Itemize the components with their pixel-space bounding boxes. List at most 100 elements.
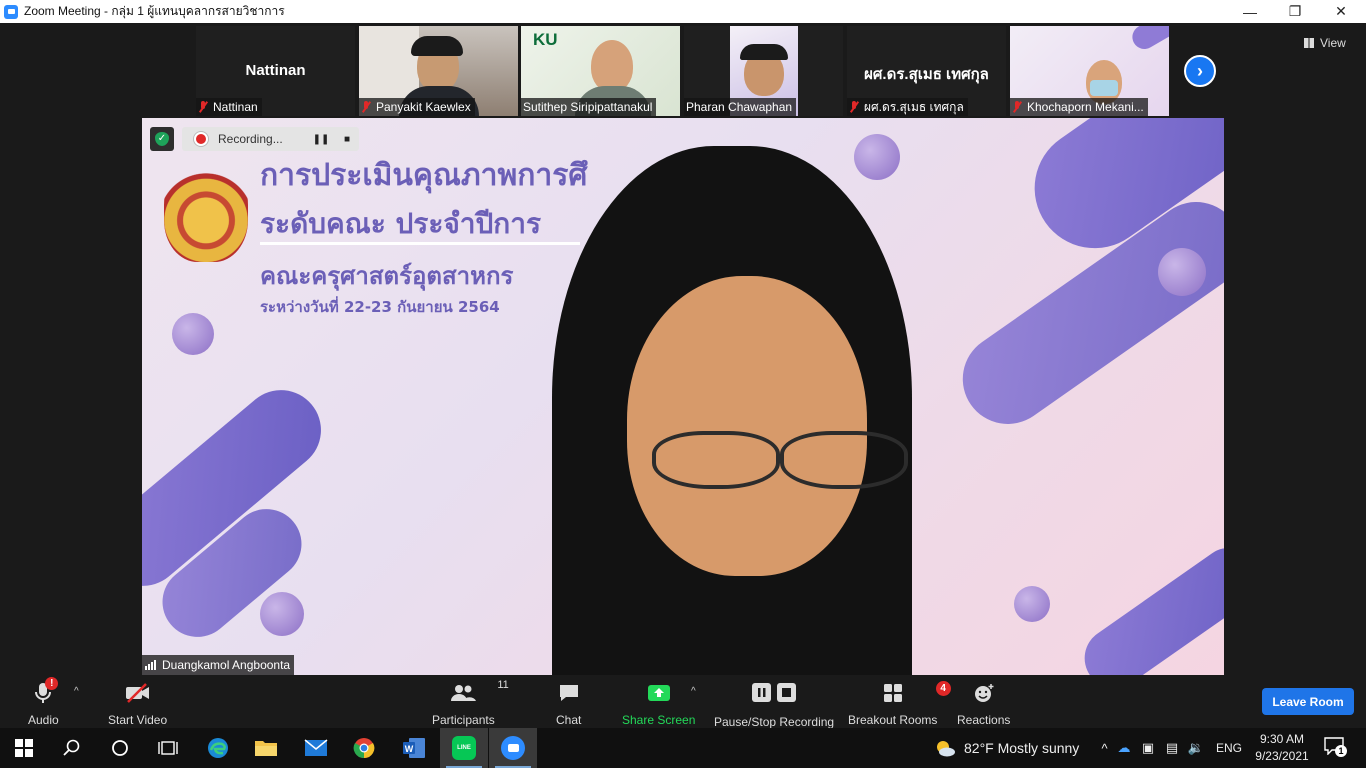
share-screen-label: Share Screen (622, 713, 696, 727)
share-screen-button[interactable]: Share Screen (622, 681, 695, 727)
taskbar-edge[interactable] (194, 728, 242, 768)
slide-title-line-1: การประเมินคุณภาพการศึ (260, 158, 588, 193)
pause-recording-button[interactable]: ❚❚ (312, 131, 330, 147)
close-button[interactable]: ✕ (1318, 0, 1364, 23)
mic-muted-icon (1012, 101, 1022, 113)
taskbar-mail[interactable] (292, 728, 340, 768)
participant-label: Panyakit Kaewlex (359, 98, 475, 116)
restore-button[interactable]: ❐ (1272, 0, 1318, 23)
slide-title-line-3: คณะครุศาสตร์อุตสาหกร (260, 262, 514, 290)
pause-stop-icon (750, 681, 798, 705)
notifications-button[interactable]: 1 (1324, 737, 1347, 757)
volume-icon[interactable]: 🔉 (1184, 740, 1208, 756)
taskbar-line[interactable]: LINE (440, 728, 488, 768)
audio-button[interactable]: ! Audio (28, 677, 59, 727)
speaker-label: Duangkamol Angboonta (142, 655, 295, 675)
network-icon[interactable]: ▤ (1160, 740, 1184, 756)
pause-stop-recording-button[interactable]: Pause/Stop Recording (714, 681, 834, 729)
participant-tile[interactable]: Nattinan Nattinan (196, 26, 355, 116)
chat-button[interactable]: Chat (556, 681, 581, 727)
weather-partly-sunny-icon (937, 741, 955, 757)
window-title: Zoom Meeting - กลุ่ม 1 ผู้แทนบุคลากรสายว… (24, 4, 285, 18)
participants-button[interactable]: 11 Participants (432, 679, 509, 727)
slide-date: ระหว่างวันที่ 22-23 กันยายน 2564 (260, 298, 500, 316)
participant-name: Sutithep Siripipattanakul (523, 100, 653, 114)
participant-label: Sutithep Siripipattanakul (521, 98, 657, 116)
start-video-button[interactable]: Start Video (108, 681, 167, 727)
participant-name: Khochaporn Mekani... (1027, 100, 1144, 114)
breakout-rooms-label: Breakout Rooms (848, 713, 938, 727)
breakout-badge: 4 (935, 681, 951, 696)
mail-icon (304, 739, 328, 756)
face-mask (1090, 80, 1118, 96)
cortana-button[interactable] (96, 728, 144, 768)
active-speaker-video[interactable]: การประเมินคุณภาพการศึ ระดับคณะ ประจำปีกา… (142, 118, 1224, 675)
view-label: View (1320, 36, 1346, 50)
slide-dot (260, 592, 304, 636)
taskbar-word[interactable]: W (390, 728, 438, 768)
participant-tile[interactable]: Panyakit Kaewlex (359, 26, 518, 116)
search-button[interactable] (48, 728, 96, 768)
cortana-icon (112, 740, 128, 756)
taskbar-chrome[interactable] (340, 728, 388, 768)
onedrive-icon[interactable]: ☁ (1112, 740, 1136, 756)
slide-dot (854, 134, 900, 180)
clock-date: 9/23/2021 (1255, 749, 1309, 763)
chrome-icon (353, 738, 375, 759)
start-button[interactable] (0, 728, 48, 768)
leave-room-button[interactable]: Leave Room (1262, 688, 1354, 715)
audio-options-caret[interactable]: ^ (74, 686, 79, 697)
breakout-rooms-button[interactable]: 4 Breakout Rooms (848, 681, 951, 727)
chevron-right-icon: › (1197, 60, 1203, 81)
clock-time: 9:30 AM (1259, 732, 1305, 746)
microphone-icon: ! (33, 677, 59, 705)
participant-tile[interactable]: ผศ.ดร.สุเมธ เทศกุล ผศ.ดร.สุเมธ เทศกุล (847, 26, 1006, 116)
participant-tile[interactable]: KU Sutithep Siripipattanakul (521, 26, 680, 116)
weather-widget[interactable]: 82°F Mostly sunny (934, 728, 1079, 768)
participant-name: ผศ.ดร.สุเมธ เทศกุล (864, 99, 964, 114)
weather-text: 82°F Mostly sunny (964, 740, 1080, 756)
security-icon[interactable]: ▣ (1136, 740, 1160, 756)
share-options-caret[interactable]: ^ (691, 686, 696, 697)
recording-status: Recording... (218, 132, 283, 146)
stop-recording-button[interactable]: ■ (338, 131, 356, 147)
taskbar-file-explorer[interactable] (242, 728, 290, 768)
participants-icon: 11 (449, 679, 509, 705)
audio-label: Audio (28, 713, 59, 727)
participant-name: Panyakit Kaewlex (376, 100, 471, 114)
signal-bars-icon (145, 660, 157, 670)
input-language[interactable]: ENG (1216, 741, 1242, 755)
notification-count: 1 (1335, 745, 1347, 757)
next-page-button[interactable]: › (1184, 55, 1216, 87)
task-view-button[interactable] (144, 728, 192, 768)
line-icon: LINE (452, 736, 476, 760)
participant-name: Pharan Chawaphan (686, 100, 793, 114)
slide-dot (1158, 248, 1206, 296)
participant-label: Khochaporn Mekani... (1010, 98, 1148, 116)
slide-title-line-2: ระดับคณะ ประจำปีการ (260, 207, 541, 240)
participant-tile[interactable]: Pharan Chawaphan (684, 26, 843, 116)
slide-shape (1128, 26, 1169, 54)
participant-label: Pharan Chawaphan (684, 98, 797, 116)
speaker-face (627, 276, 867, 576)
glasses-right (780, 431, 908, 489)
tray-overflow-icon[interactable]: ^ (1097, 741, 1112, 756)
svg-text:W: W (405, 744, 414, 754)
clock[interactable]: 9:30 AM 9/23/2021 (1252, 731, 1312, 765)
search-icon (63, 739, 80, 756)
reactions-button[interactable]: Reactions (957, 681, 1010, 727)
speaker-video-person (552, 146, 912, 675)
record-dot-icon (194, 132, 208, 146)
system-tray: ^ ☁ ▣ ▤ 🔉 ENG (1097, 728, 1242, 768)
view-button[interactable]: View (1304, 33, 1346, 53)
security-shield-icon[interactable]: ✓ (150, 127, 174, 151)
participant-tile[interactable]: Khochaporn Mekani... (1010, 26, 1169, 116)
title-bar: Zoom Meeting - กลุ่ม 1 ผู้แทนบุคลากรสายว… (0, 0, 1366, 23)
video-off-icon (124, 681, 152, 705)
mic-muted-icon (198, 101, 208, 113)
minimize-button[interactable]: — (1227, 0, 1273, 23)
word-icon: W (403, 738, 425, 758)
share-screen-icon (646, 681, 672, 705)
slide-dot (172, 313, 214, 355)
taskbar-zoom[interactable] (489, 728, 537, 768)
